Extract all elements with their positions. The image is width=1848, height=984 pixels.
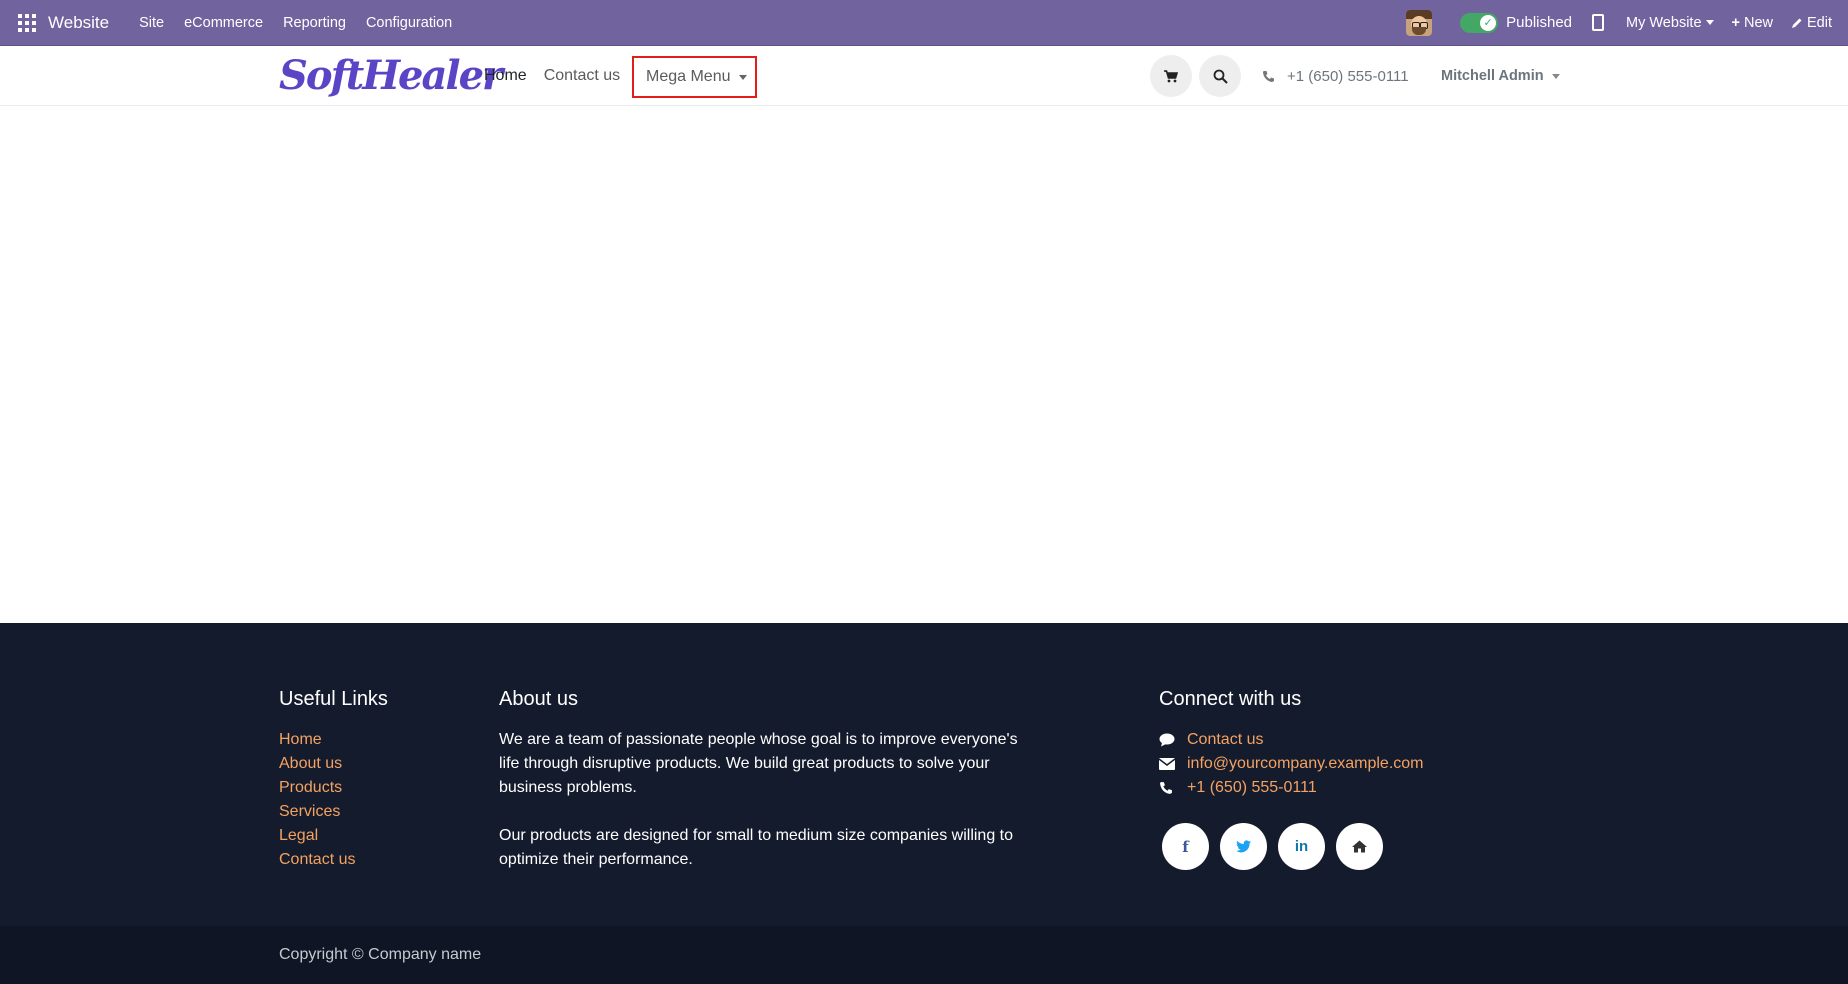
connect-phone-link[interactable]: +1 (650) 555-0111 <box>1187 776 1317 800</box>
twitter-button[interactable] <box>1220 823 1267 870</box>
footer-connect: Connect with us Contact us info@yourcomp… <box>1159 687 1424 870</box>
search-icon <box>1213 69 1228 84</box>
apps-grid-icon[interactable] <box>18 13 36 32</box>
chevron-down-icon <box>1705 20 1714 25</box>
comment-icon <box>1159 733 1175 747</box>
backend-navbar: Website Site eCommerce Reporting Configu… <box>0 0 1848 46</box>
menu-site[interactable]: Site <box>129 15 174 31</box>
menu-reporting[interactable]: Reporting <box>273 15 356 31</box>
about-title: About us <box>499 688 578 710</box>
user-name: Mitchell Admin <box>1441 68 1544 84</box>
connect-contact-us-link[interactable]: Contact us <box>1187 728 1263 752</box>
phone-icon <box>1160 782 1172 794</box>
pencil-icon <box>1792 18 1802 28</box>
footer-useful-links: Useful Links Home About us Products Serv… <box>279 687 388 872</box>
search-button[interactable] <box>1199 55 1241 97</box>
published-label: Published <box>1506 14 1573 31</box>
cart-icon <box>1164 69 1178 82</box>
main-nav: Home Contact us <box>484 46 637 106</box>
footer-link-about-us[interactable]: About us <box>279 752 388 776</box>
twitter-icon <box>1236 840 1251 853</box>
phone-icon <box>1263 70 1274 82</box>
website-switcher-label: My Website <box>1626 14 1702 31</box>
new-label: New <box>1743 14 1773 31</box>
connect-email-link[interactable]: info@yourcompany.example.com <box>1187 752 1424 776</box>
user-avatar[interactable] <box>1406 9 1433 36</box>
linkedin-icon: in <box>1294 838 1309 855</box>
edit-label: Edit <box>1807 14 1832 31</box>
facebook-icon: f <box>1182 837 1189 856</box>
menu-configuration[interactable]: Configuration <box>356 15 462 31</box>
toggle-switch[interactable]: ✓ <box>1460 12 1499 33</box>
envelope-icon <box>1159 758 1175 770</box>
backend-right-tools: ✓ Published My Website + New Edit <box>1406 0 1848 45</box>
mega-menu-label: Mega Menu <box>646 68 731 85</box>
company-logo[interactable]: SoftHealer <box>279 56 503 96</box>
footer-link-services[interactable]: Services <box>279 800 388 824</box>
website-header: SoftHealer Home Contact us Mega Menu +1 … <box>0 46 1848 106</box>
footer-link-products[interactable]: Products <box>279 776 388 800</box>
contact-row-phone: +1 (650) 555-0111 <box>1159 776 1424 800</box>
backend-menu: Site eCommerce Reporting Configuration <box>129 15 462 31</box>
linkedin-button[interactable]: in <box>1278 823 1325 870</box>
new-button[interactable]: + New <box>1732 15 1773 31</box>
edit-button[interactable]: Edit <box>1791 15 1832 31</box>
about-paragraph-1: We are a team of passionate people whose… <box>499 731 1018 796</box>
footer-link-legal[interactable]: Legal <box>279 824 388 848</box>
header-phone[interactable]: +1 (650) 555-0111 <box>1262 46 1409 106</box>
site-footer: Useful Links Home About us Products Serv… <box>0 623 1848 926</box>
cart-button[interactable] <box>1150 55 1192 97</box>
contact-row-message: Contact us <box>1159 728 1424 752</box>
chevron-down-icon <box>1551 73 1560 79</box>
home-button[interactable] <box>1336 823 1383 870</box>
chevron-down-icon <box>738 74 747 80</box>
social-links: f in <box>1162 823 1424 870</box>
user-menu[interactable]: Mitchell Admin <box>1441 46 1560 106</box>
home-icon <box>1352 840 1367 853</box>
connect-title: Connect with us <box>1159 688 1302 710</box>
footer-about: About us We are a team of passionate peo… <box>499 687 1019 896</box>
about-paragraph-2: Our products are designed for small to m… <box>499 827 1014 868</box>
footer-link-contact-us[interactable]: Contact us <box>279 848 388 872</box>
menu-ecommerce[interactable]: eCommerce <box>174 15 273 31</box>
footer-link-home[interactable]: Home <box>279 728 388 752</box>
facebook-button[interactable]: f <box>1162 823 1209 870</box>
copyright-text: Copyright © Company name <box>279 946 482 963</box>
nav-home[interactable]: Home <box>484 67 527 85</box>
contact-row-email: info@yourcompany.example.com <box>1159 752 1424 776</box>
nav-contact-us[interactable]: Contact us <box>544 67 620 85</box>
nav-mega-menu[interactable]: Mega Menu <box>632 56 757 98</box>
website-switcher[interactable]: My Website <box>1626 14 1714 31</box>
app-brand[interactable]: Website <box>48 13 109 33</box>
plus-icon: + <box>1731 14 1740 31</box>
header-phone-number: +1 (650) 555-0111 <box>1287 67 1409 85</box>
check-icon: ✓ <box>1480 14 1497 31</box>
useful-links-title: Useful Links <box>279 688 388 710</box>
published-toggle[interactable]: ✓ Published <box>1460 12 1573 33</box>
copyright-bar: Copyright © Company name <box>0 926 1848 984</box>
mobile-preview-icon[interactable] <box>1592 14 1605 31</box>
